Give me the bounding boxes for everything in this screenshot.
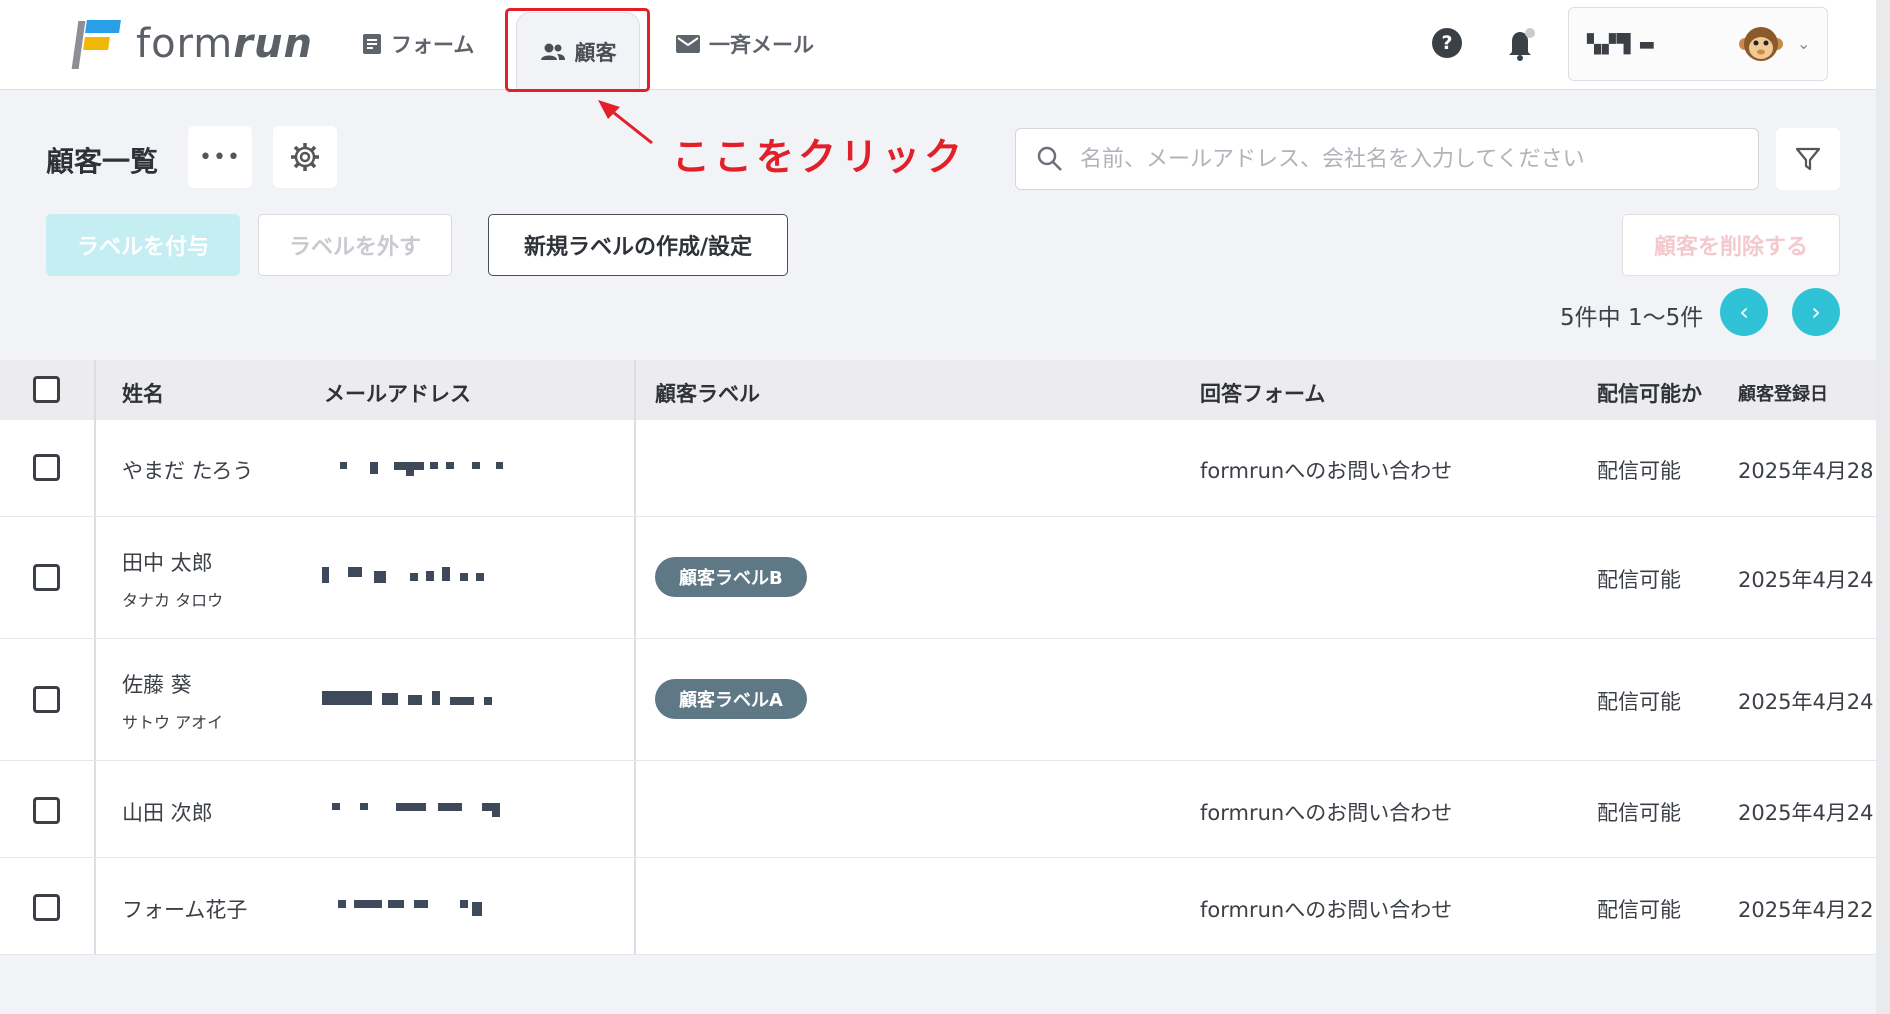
annotation-text: ここをクリック (672, 135, 967, 179)
customer-kana: タナカ タロウ (122, 591, 224, 610)
prev-page-button[interactable]: ‹ (1720, 288, 1768, 336)
customer-name[interactable]: フォーム花子 (122, 894, 247, 924)
row-checkbox[interactable] (33, 454, 60, 481)
pagination-text: 5件中 1〜5件 (1560, 305, 1704, 331)
col-header-date[interactable]: 顧客登録日 (1738, 380, 1828, 406)
row-checkbox[interactable] (33, 564, 60, 591)
table-row[interactable]: 山田 次郎 formrunへのお問い合わせ 配信可能 2025年4月24日 (0, 761, 1876, 858)
redacted-email (322, 567, 502, 587)
col-header-form[interactable]: 回答フォーム (1200, 378, 1325, 408)
logo-mark-icon (71, 18, 124, 70)
row-checkbox[interactable] (33, 797, 60, 824)
chevron-down-icon: ⌄ (1797, 34, 1811, 53)
search-box[interactable] (1015, 128, 1759, 190)
filter-icon (1795, 147, 1821, 171)
customer-name[interactable]: やまだ たろう (122, 455, 253, 485)
annotation-arrow-icon (598, 100, 653, 145)
deliverable-status: 配信可能 (1597, 568, 1681, 592)
highlight-box (505, 8, 650, 92)
registration-date: 2025年4月24日 (1738, 801, 1876, 825)
col-header-deliverable[interactable]: 配信可能か (1597, 378, 1702, 408)
row-checkbox[interactable] (33, 894, 60, 921)
search-input[interactable] (1080, 146, 1700, 172)
registration-date: 2025年4月24日 (1738, 690, 1876, 714)
redacted-email (322, 898, 502, 918)
formrun-logo[interactable]: formrun (71, 18, 313, 70)
deliverable-status: 配信可能 (1597, 898, 1681, 922)
col-header-email[interactable]: メールアドレス (324, 378, 471, 408)
col-header-label[interactable]: 顧客ラベル (655, 378, 760, 408)
page-title: 顧客一覧 (46, 145, 159, 178)
table-row[interactable]: 佐藤 葵 サトウ アオイ 顧客ラベルA 配信可能 2025年4月24日 (0, 639, 1876, 761)
customer-kana: サトウ アオイ (122, 713, 224, 732)
more-icon: ••• (199, 144, 241, 170)
registration-date: 2025年4月28日 (1738, 459, 1876, 483)
tab-bulk-mail-label: 一斉メール (709, 33, 814, 57)
select-all-checkbox[interactable] (33, 376, 60, 403)
table-header: 姓名 メールアドレス 顧客ラベル 回答フォーム 配信可能か 顧客登録日 (0, 360, 1876, 420)
tab-forms-label: フォーム (391, 33, 475, 57)
account-menu[interactable]: ▚▞▜ ▬ ⌄ (1568, 7, 1828, 81)
logo-text: formrun (136, 21, 313, 67)
chevron-left-icon: ‹ (1739, 298, 1749, 326)
delete-customer-button[interactable]: 顧客を削除する (1622, 214, 1840, 276)
scrollbar-track[interactable] (1876, 0, 1890, 1014)
answer-form[interactable]: formrunへのお問い合わせ (1200, 455, 1452, 485)
account-name: ▚▞▜ ▬ (1587, 34, 1657, 55)
registration-date: 2025年4月24日 (1738, 568, 1876, 592)
new-label-button[interactable]: 新規ラベルの作成/設定 (488, 214, 788, 276)
table-row[interactable]: 田中 太郎 タナカ タロウ 顧客ラベルB 配信可能 2025年4月24日 (0, 517, 1876, 639)
col-header-name[interactable]: 姓名 (122, 378, 164, 408)
bell-icon[interactable] (1504, 26, 1538, 62)
customer-name[interactable]: 山田 次郎 (122, 797, 213, 827)
deliverable-status: 配信可能 (1597, 690, 1681, 714)
customer-label-badge[interactable]: 顧客ラベルB (655, 557, 807, 597)
chevron-right-icon: › (1811, 298, 1821, 326)
table-row[interactable]: やまだ たろう formrunへのお問い合わせ 配信可能 2025年4月28日 (0, 420, 1876, 517)
redacted-email (322, 458, 503, 478)
deliverable-status: 配信可能 (1597, 459, 1681, 483)
gear-icon (291, 143, 319, 171)
top-header: formrun フォーム 顧客 一斉メール ? ▚▞▜ ▬ ⌄ (0, 0, 1890, 92)
row-checkbox[interactable] (33, 686, 60, 713)
add-label-button[interactable]: ラベルを付与 (46, 214, 240, 276)
table-row[interactable]: フォーム花子 formrunへのお問い合わせ 配信可能 2025年4月22日 (0, 858, 1876, 955)
redacted-email (322, 691, 502, 711)
registration-date: 2025年4月22日 (1738, 898, 1876, 922)
remove-label-button[interactable]: ラベルを外す (258, 214, 452, 276)
more-options-button[interactable]: ••• (188, 126, 252, 188)
answer-form[interactable]: formrunへのお問い合わせ (1200, 797, 1452, 827)
search-icon (1037, 146, 1062, 171)
tab-forms[interactable]: フォーム (362, 22, 474, 66)
form-icon (362, 33, 382, 55)
customer-name[interactable]: 田中 太郎 (122, 547, 213, 577)
redacted-email (322, 801, 502, 821)
help-icon[interactable]: ? (1432, 28, 1462, 58)
tab-bulk-mail[interactable]: 一斉メール (676, 22, 814, 66)
deliverable-status: 配信可能 (1597, 801, 1681, 825)
customer-label-badge[interactable]: 顧客ラベルA (655, 679, 807, 719)
settings-button[interactable] (273, 126, 337, 188)
mail-icon (676, 35, 700, 53)
answer-form[interactable]: formrunへのお問い合わせ (1200, 894, 1452, 924)
monkey-avatar-icon (1739, 24, 1783, 64)
next-page-button[interactable]: › (1792, 288, 1840, 336)
customer-name[interactable]: 佐藤 葵 (122, 669, 192, 699)
filter-button[interactable] (1776, 128, 1840, 190)
customer-table: 姓名 メールアドレス 顧客ラベル 回答フォーム 配信可能か 顧客登録日 やまだ … (0, 360, 1876, 955)
